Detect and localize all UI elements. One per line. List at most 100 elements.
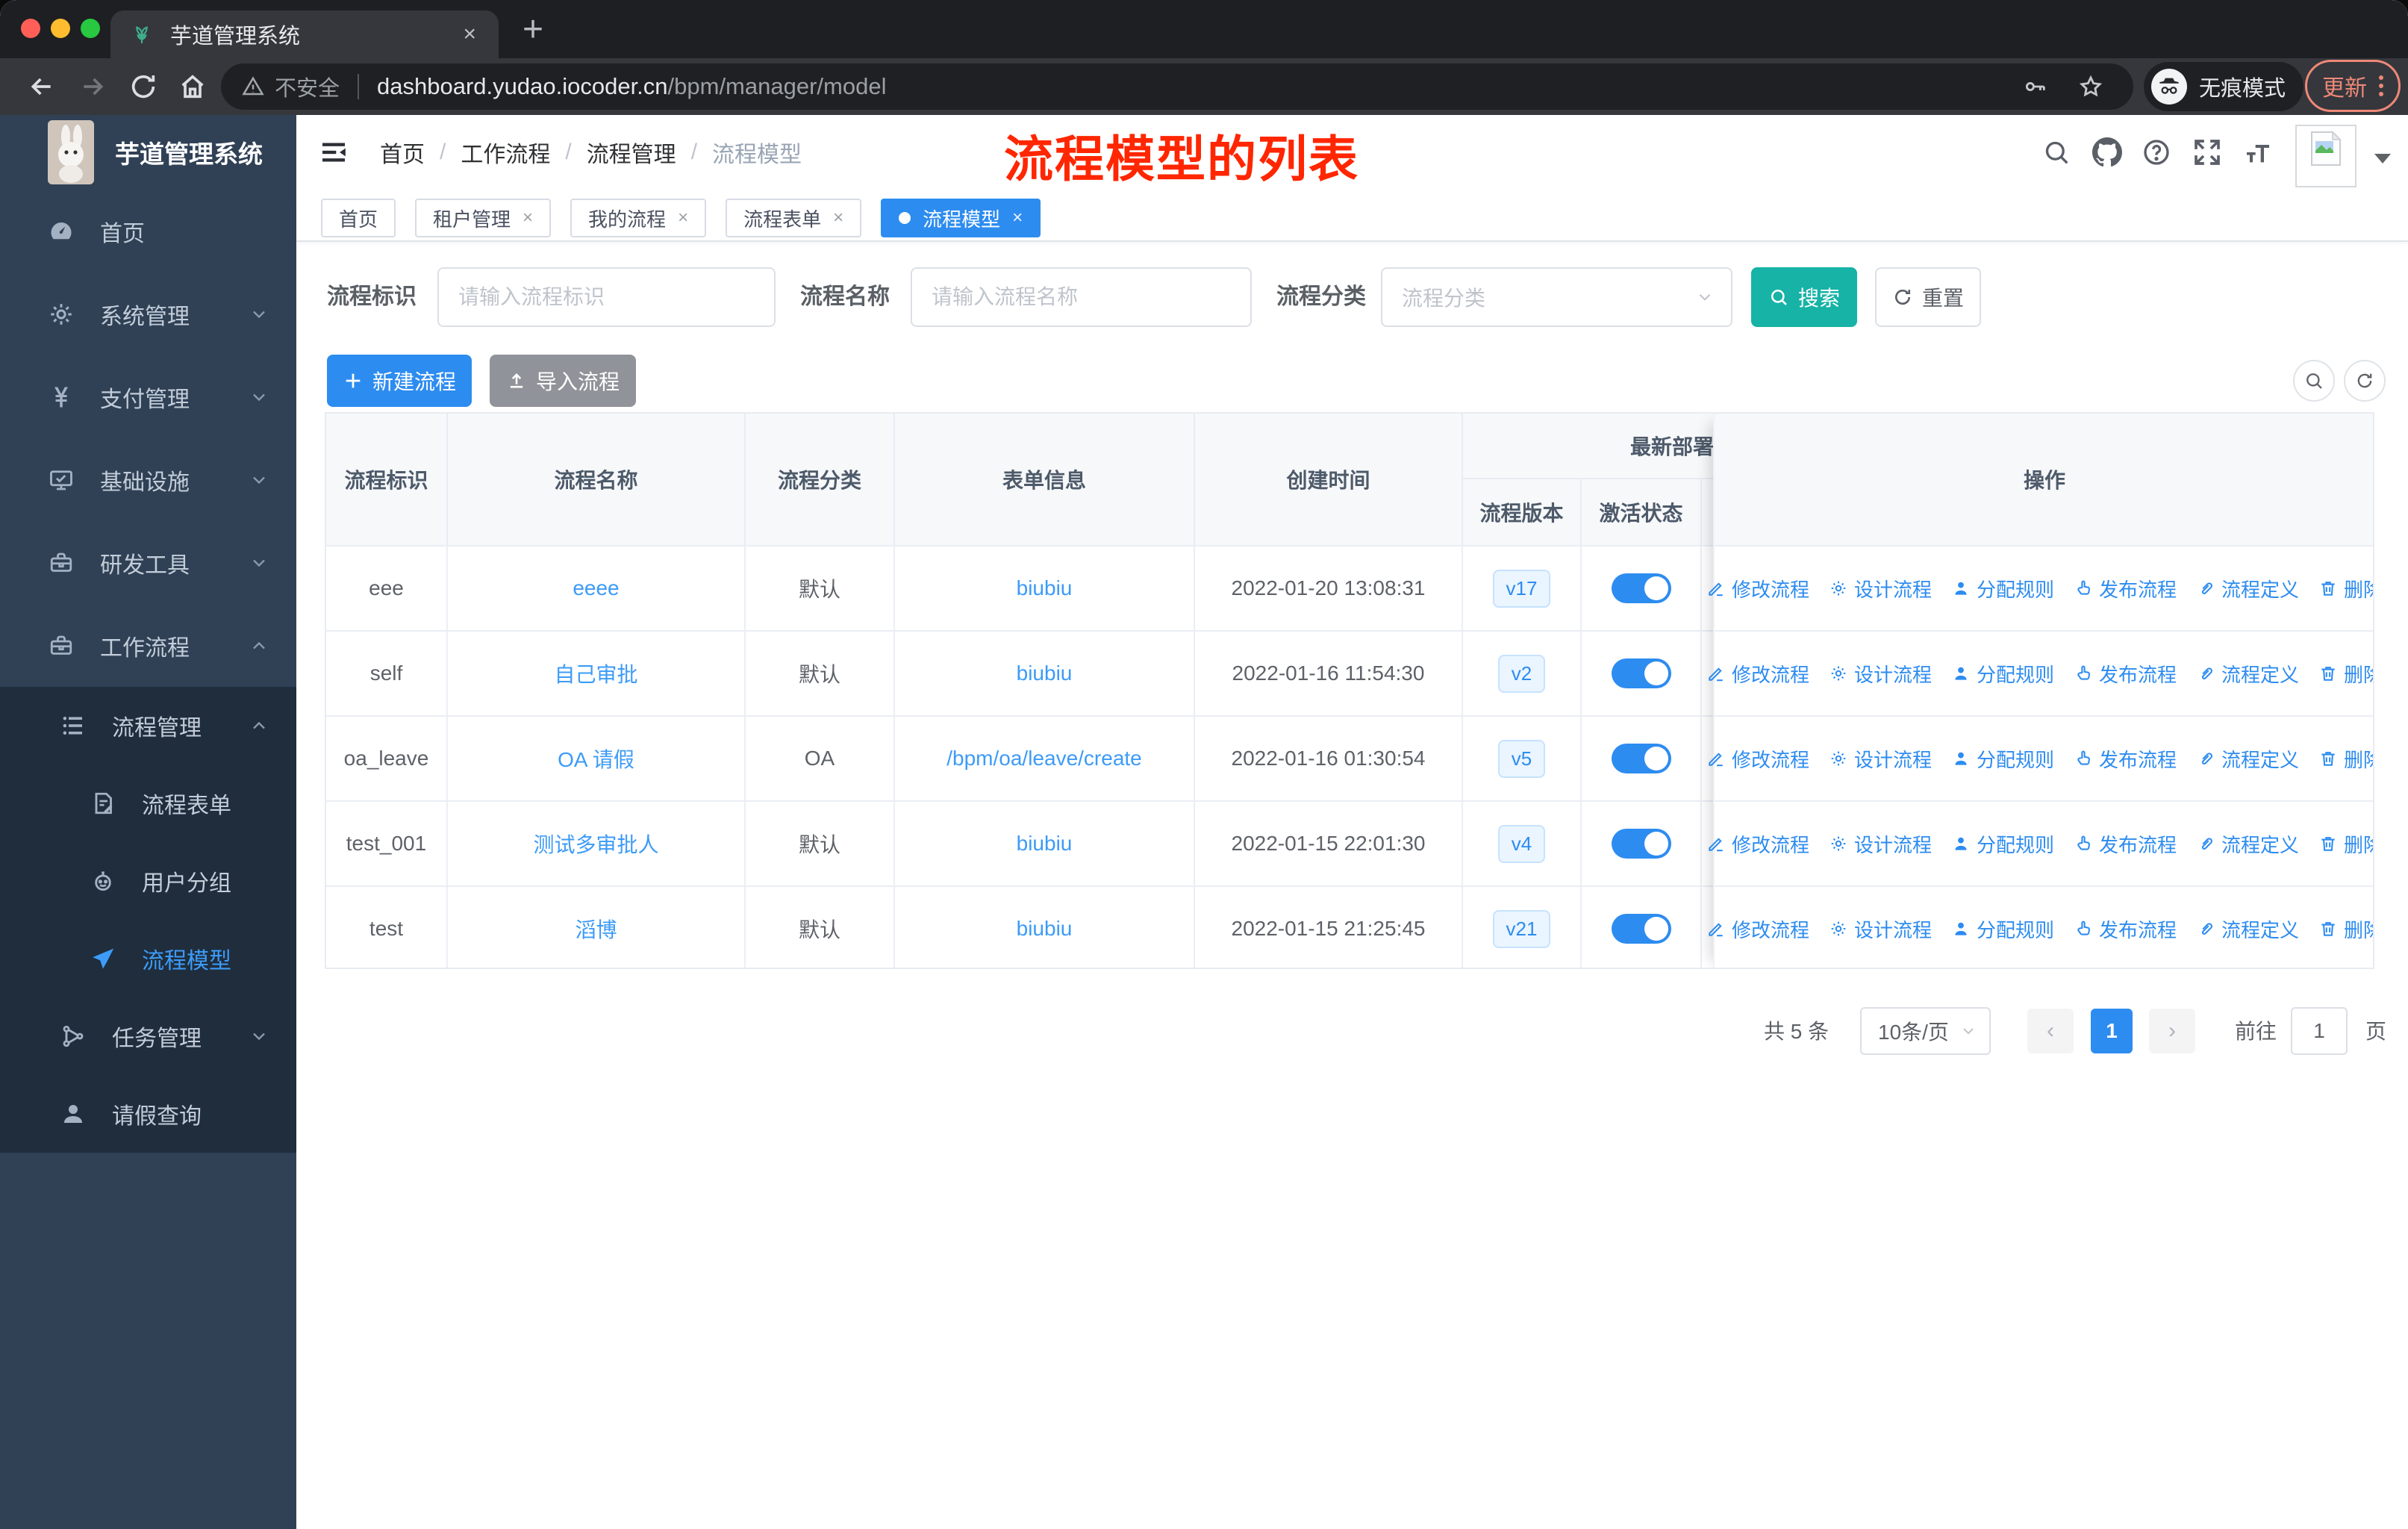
tag-close-icon[interactable]: × bbox=[523, 208, 533, 228]
refresh-table-button[interactable] bbox=[2344, 360, 2386, 402]
action-delete[interactable]: 删除 bbox=[2318, 915, 2373, 943]
tag-close-icon[interactable]: × bbox=[833, 208, 843, 228]
action-design[interactable]: 设计流程 bbox=[1829, 660, 1932, 688]
sidebar-item-devtools[interactable]: 研发工具 bbox=[0, 521, 296, 604]
forward-icon[interactable] bbox=[78, 72, 107, 102]
sidebar-item-process-form[interactable]: 流程表单 bbox=[0, 764, 296, 842]
breadcrumb-process-manage[interactable]: 流程管理 bbox=[587, 136, 676, 169]
reset-button[interactable]: 重置 bbox=[1875, 267, 1981, 327]
sidebar-item-system[interactable]: 系统管理 bbox=[0, 273, 296, 355]
next-page-button[interactable]: › bbox=[2149, 1009, 2195, 1053]
tag-租户管理[interactable]: 租户管理 × bbox=[415, 199, 552, 237]
breadcrumb-home[interactable]: 首页 bbox=[380, 136, 425, 169]
action-delete[interactable]: 删除 bbox=[2318, 830, 2373, 858]
action-edit[interactable]: 修改流程 bbox=[1706, 915, 1809, 943]
action-publish[interactable]: 发布流程 bbox=[2074, 745, 2177, 773]
action-edit[interactable]: 修改流程 bbox=[1706, 745, 1809, 773]
sidebar-item-leave-query[interactable]: 请假查询 bbox=[0, 1075, 296, 1153]
action-design[interactable]: 设计流程 bbox=[1829, 830, 1932, 858]
sidebar-item-infrastructure[interactable]: 基础设施 bbox=[0, 438, 296, 521]
search-icon[interactable] bbox=[2042, 137, 2071, 167]
bookmark-star-icon[interactable] bbox=[2078, 74, 2103, 99]
action-design[interactable]: 设计流程 bbox=[1829, 575, 1932, 602]
tag-流程表单[interactable]: 流程表单 × bbox=[726, 199, 862, 237]
active-toggle[interactable] bbox=[1611, 829, 1671, 859]
cell-link[interactable]: biubiu bbox=[1017, 832, 1073, 856]
reload-icon[interactable] bbox=[128, 72, 158, 102]
filter-key-input[interactable] bbox=[437, 267, 776, 327]
action-delete[interactable]: 删除 bbox=[2318, 660, 2373, 688]
tag-流程模型[interactable]: 流程模型 × bbox=[881, 199, 1041, 237]
sidebar-item-workflow[interactable]: 工作流程 bbox=[0, 604, 296, 687]
active-toggle[interactable] bbox=[1611, 573, 1671, 603]
action-design[interactable]: 设计流程 bbox=[1829, 745, 1932, 773]
action-delete[interactable]: 删除 bbox=[2318, 575, 2373, 602]
sidebar-item-user-group[interactable]: 用户分组 bbox=[0, 842, 296, 920]
home-icon[interactable] bbox=[178, 72, 208, 102]
active-toggle[interactable] bbox=[1611, 744, 1671, 773]
action-definition[interactable]: 流程定义 bbox=[2196, 575, 2299, 602]
version-badge[interactable]: v2 bbox=[1497, 654, 1546, 693]
browser-menu-icon[interactable] bbox=[2379, 75, 2383, 96]
help-icon[interactable] bbox=[2142, 137, 2171, 167]
page-1-button[interactable]: 1 bbox=[2091, 1009, 2133, 1053]
tag-close-icon[interactable]: × bbox=[1012, 208, 1023, 228]
action-publish[interactable]: 发布流程 bbox=[2074, 660, 2177, 688]
back-icon[interactable] bbox=[27, 72, 57, 102]
version-badge[interactable]: v5 bbox=[1497, 739, 1546, 778]
action-assign[interactable]: 分配规则 bbox=[1951, 915, 2054, 943]
window-minimize-button[interactable] bbox=[51, 19, 70, 38]
toggle-search-button[interactable] bbox=[2293, 360, 2335, 402]
action-definition[interactable]: 流程定义 bbox=[2196, 660, 2299, 688]
action-definition[interactable]: 流程定义 bbox=[2196, 915, 2299, 943]
active-toggle[interactable] bbox=[1611, 914, 1671, 944]
import-process-button[interactable]: 导入流程 bbox=[490, 355, 636, 407]
cell-link[interactable]: 滔博 bbox=[575, 914, 617, 944]
cell-link[interactable]: biubiu bbox=[1017, 576, 1073, 600]
version-badge[interactable]: v4 bbox=[1497, 824, 1546, 863]
browser-tab[interactable]: 芋道管理系统 × bbox=[110, 10, 499, 58]
version-badge[interactable]: v17 bbox=[1492, 569, 1551, 608]
cell-link[interactable]: 自己审批 bbox=[554, 658, 637, 688]
cell-link[interactable]: eeee bbox=[573, 576, 619, 600]
action-delete[interactable]: 删除 bbox=[2318, 745, 2373, 773]
filter-category-select[interactable]: 流程分类 bbox=[1381, 267, 1732, 327]
action-edit[interactable]: 修改流程 bbox=[1706, 830, 1809, 858]
action-assign[interactable]: 分配规则 bbox=[1951, 575, 2054, 602]
action-assign[interactable]: 分配规则 bbox=[1951, 660, 2054, 688]
active-toggle[interactable] bbox=[1611, 658, 1671, 688]
goto-page-input[interactable] bbox=[2291, 1007, 2348, 1055]
action-publish[interactable]: 发布流程 bbox=[2074, 830, 2177, 858]
cell-link[interactable]: OA 请假 bbox=[558, 744, 634, 773]
key-icon[interactable] bbox=[2023, 74, 2048, 99]
filter-name-input[interactable] bbox=[911, 267, 1252, 327]
sidebar-item-process-manage[interactable]: 流程管理 bbox=[0, 687, 296, 764]
font-size-icon[interactable] bbox=[2243, 137, 2273, 167]
incognito-chip[interactable]: 无痕模式 bbox=[2144, 62, 2304, 111]
sidebar-item-task-manage[interactable]: 任务管理 bbox=[0, 997, 296, 1075]
avatar-caret-icon[interactable] bbox=[2374, 154, 2391, 164]
search-button[interactable]: 搜索 bbox=[1751, 267, 1857, 327]
sidebar-item-home[interactable]: 首页 bbox=[0, 190, 296, 273]
page-size-select[interactable]: 10条/页 bbox=[1860, 1007, 1991, 1055]
action-definition[interactable]: 流程定义 bbox=[2196, 830, 2299, 858]
cell-link[interactable]: biubiu bbox=[1017, 661, 1073, 685]
tag-首页[interactable]: 首页 bbox=[321, 199, 396, 237]
github-icon[interactable] bbox=[2092, 137, 2122, 167]
fullscreen-icon[interactable] bbox=[2192, 137, 2222, 167]
action-definition[interactable]: 流程定义 bbox=[2196, 745, 2299, 773]
sidebar-item-payment[interactable]: 支付管理 bbox=[0, 355, 296, 438]
action-edit[interactable]: 修改流程 bbox=[1706, 575, 1809, 602]
cell-link[interactable]: biubiu bbox=[1017, 917, 1073, 941]
cell-link[interactable]: /bpm/oa/leave/create bbox=[946, 747, 1142, 770]
tag-close-icon[interactable]: × bbox=[678, 208, 688, 228]
window-close-button[interactable] bbox=[21, 19, 40, 38]
cell-link[interactable]: 测试多审批人 bbox=[533, 829, 658, 859]
action-assign[interactable]: 分配规则 bbox=[1951, 830, 2054, 858]
sidebar-fold-icon[interactable] bbox=[319, 137, 349, 167]
sidebar-item-process-model[interactable]: 流程模型 bbox=[0, 920, 296, 997]
update-button[interactable]: 更新 bbox=[2305, 60, 2401, 112]
action-edit[interactable]: 修改流程 bbox=[1706, 660, 1809, 688]
breadcrumb-workflow[interactable]: 工作流程 bbox=[461, 136, 550, 169]
url-bar[interactable]: 不安全 dashboard.yudao.iocoder.cn/bpm/manag… bbox=[221, 63, 2133, 110]
